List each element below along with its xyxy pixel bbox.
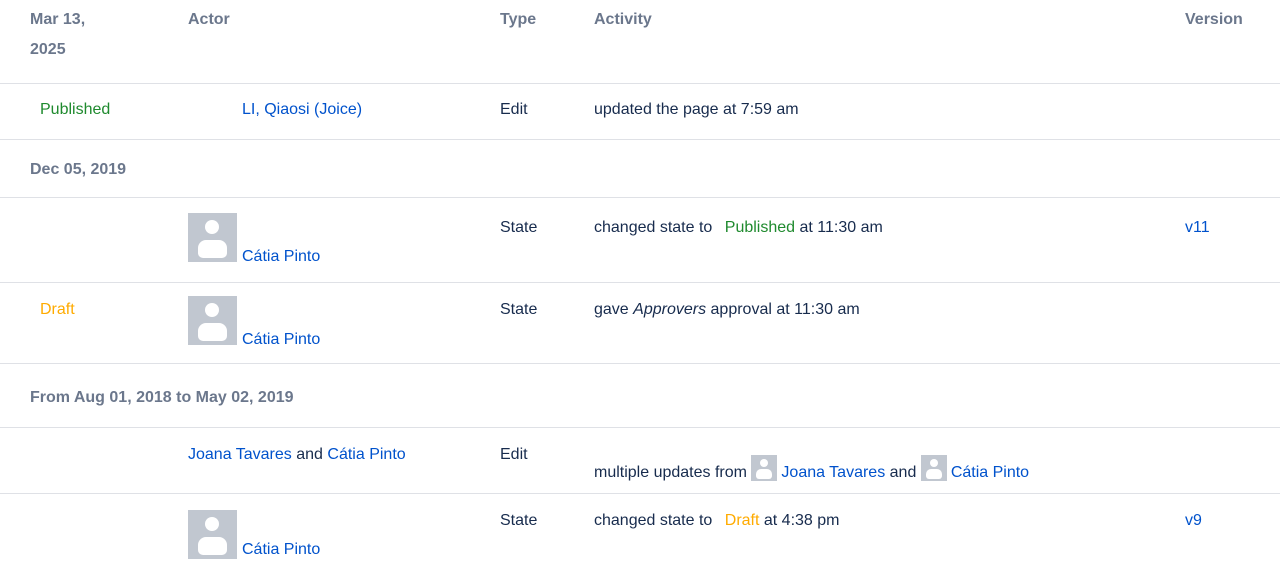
activity-type: Edit (500, 101, 528, 118)
version-link[interactable]: v11 (1185, 219, 1210, 237)
activity-group: Approvers (633, 301, 707, 318)
activity-type: State (500, 219, 538, 236)
and-text: and (889, 464, 917, 481)
header-date: Mar 13, 2025 (30, 5, 85, 65)
section-date-range: From Aug 01, 2018 to May 02, 2019 (30, 389, 294, 406)
header-type: Type (500, 11, 537, 28)
actor-link[interactable]: Cátia Pinto (242, 331, 320, 349)
header-date-line2: 2025 (30, 41, 66, 58)
activity-type: State (500, 512, 538, 529)
activity-type: Edit (500, 446, 528, 463)
state-draft: Draft (724, 512, 760, 529)
actor-link[interactable]: Cátia Pinto (242, 248, 320, 266)
status-draft: Draft (40, 301, 75, 318)
user-avatar-icon[interactable] (188, 296, 237, 345)
row-separator (0, 493, 1280, 494)
row-separator (0, 139, 1280, 140)
status-published: Published (40, 101, 111, 118)
activity-prefix: gave (594, 301, 629, 318)
activity-text: multiple updates from Joana Tavares and … (594, 455, 1029, 482)
activity-text: gave Approvers approval at 11:30 am (594, 301, 860, 319)
row-separator (0, 363, 1280, 364)
activity-suffix: at 11:30 am (799, 219, 883, 236)
and-text: and (296, 446, 323, 463)
version-link[interactable]: v9 (1185, 512, 1202, 530)
section-date: Dec 05, 2019 (30, 161, 127, 178)
user-avatar-icon[interactable] (920, 455, 947, 481)
header-version: Version (1185, 11, 1243, 28)
activity-prefix: multiple updates from (594, 464, 747, 481)
user-avatar-icon[interactable] (188, 213, 237, 262)
state-published: Published (724, 219, 796, 236)
header-date-line1: Mar 13, (30, 11, 86, 28)
row-separator (0, 427, 1280, 428)
activity-suffix: at 4:38 pm (763, 512, 840, 529)
activity-user-link[interactable]: Joana Tavares (781, 464, 885, 481)
actors: Joana Tavares and Cátia Pinto (188, 446, 406, 464)
row-separator (0, 83, 1280, 84)
user-avatar-icon[interactable] (188, 510, 237, 559)
header-activity: Activity (594, 11, 652, 28)
activity-text: changed state to Draft at 4:38 pm (594, 512, 840, 530)
activity-text: changed state to Published at 11:30 am (594, 219, 883, 237)
row-separator (0, 197, 1280, 198)
activity-text: updated the page at 7:59 am (594, 101, 799, 118)
actor-link[interactable]: Joana Tavares (188, 446, 292, 463)
user-avatar-icon[interactable] (751, 455, 778, 481)
row-separator (0, 282, 1280, 283)
header-actor: Actor (188, 11, 230, 28)
actor-link[interactable]: Cátia Pinto (327, 446, 405, 463)
actor-link[interactable]: LI, Qiaosi (Joice) (242, 101, 362, 119)
activity-user-link[interactable]: Cátia Pinto (951, 464, 1029, 481)
activity-prefix: changed state to (594, 512, 713, 529)
actor-link[interactable]: Cátia Pinto (242, 541, 320, 559)
activity-prefix: changed state to (594, 219, 713, 236)
activity-suffix: approval at 11:30 am (710, 301, 860, 318)
activity-type: State (500, 301, 538, 318)
